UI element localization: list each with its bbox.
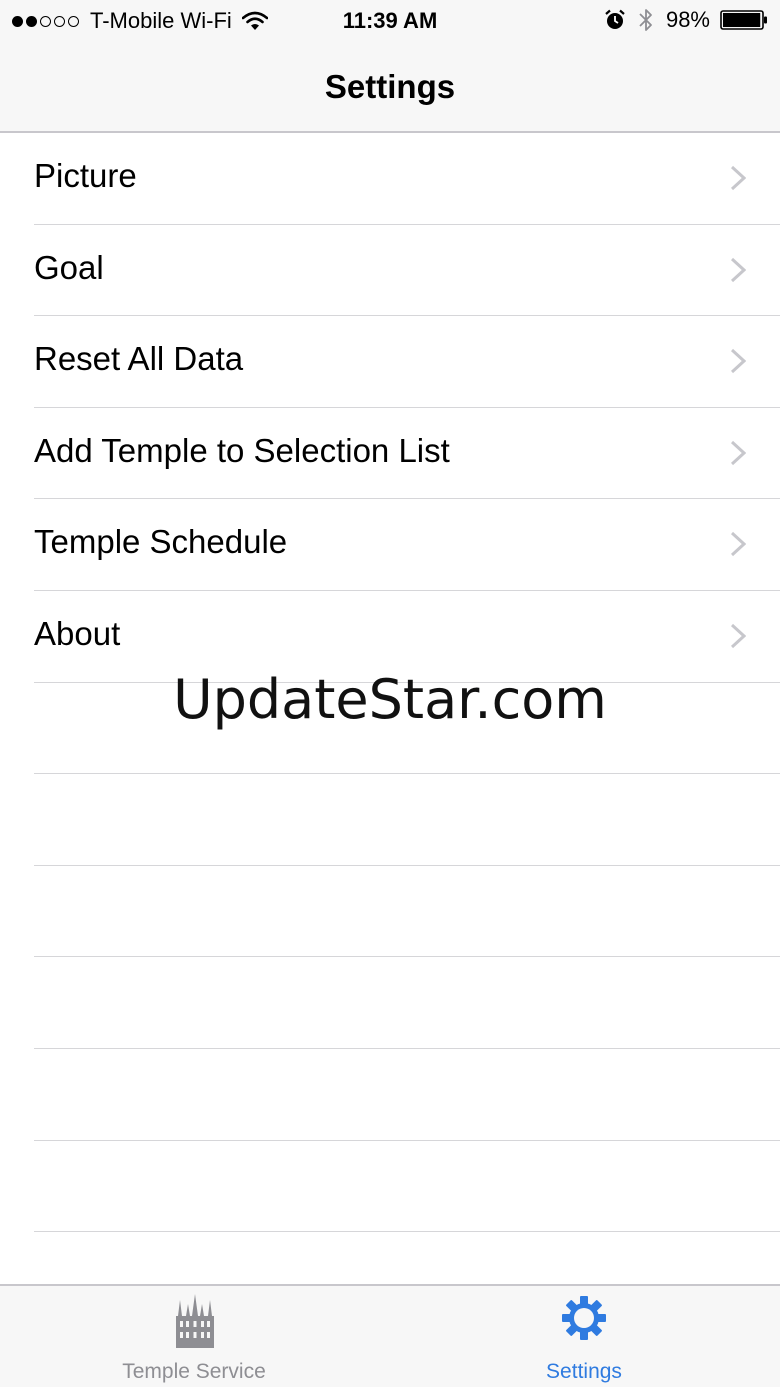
settings-item-label: Reset All Data [34,340,244,378]
empty-row [34,1049,780,1141]
temple-icon [176,1294,214,1348]
empty-row [34,774,780,866]
tab-label: Temple Service [122,1360,266,1383]
navigation-bar: T-Mobile Wi-Fi 11:39 AM 98% Settings [0,0,780,133]
tab-bar: Temple Service Settings [0,1284,780,1387]
chevron-right-icon [730,257,746,282]
tab-settings[interactable]: Settings [390,1286,780,1389]
battery-percentage: 98% [665,7,710,32]
settings-item-label: Add Temple to Selection List [34,431,450,469]
settings-item-goal[interactable]: Goal [34,225,780,317]
chevron-right-icon [730,440,746,465]
settings-item-picture[interactable]: Picture [34,133,780,225]
battery-icon [720,10,767,30]
empty-rows [0,683,780,1324]
bluetooth-icon [639,9,652,31]
chevron-right-icon [730,532,746,557]
settings-item-label: About [34,614,121,652]
gear-icon [562,1296,606,1340]
watermark: UpdateStar.com [173,668,607,731]
chevron-right-icon [730,165,746,191]
settings-item-temple-schedule[interactable]: Temple Schedule [34,499,780,591]
settings-item-label: Temple Schedule [34,523,288,561]
status-bar: T-Mobile Wi-Fi 11:39 AM 98% [0,0,780,44]
alarm-icon [605,9,625,29]
chevron-right-icon [730,623,746,649]
empty-row [34,957,780,1049]
status-right: 98% [604,7,768,33]
empty-row [34,866,780,958]
tab-label: Settings [546,1360,622,1383]
chevron-right-icon [730,349,746,374]
settings-item-label: Picture [34,157,137,194]
tab-temple-service[interactable]: Temple Service [0,1286,390,1389]
settings-item-add-temple[interactable]: Add Temple to Selection List [34,408,780,500]
settings-item-label: Goal [34,248,104,286]
page-title: Settings [324,68,456,105]
empty-row [34,1141,780,1233]
settings-item-reset-all-data[interactable]: Reset All Data [34,316,780,408]
